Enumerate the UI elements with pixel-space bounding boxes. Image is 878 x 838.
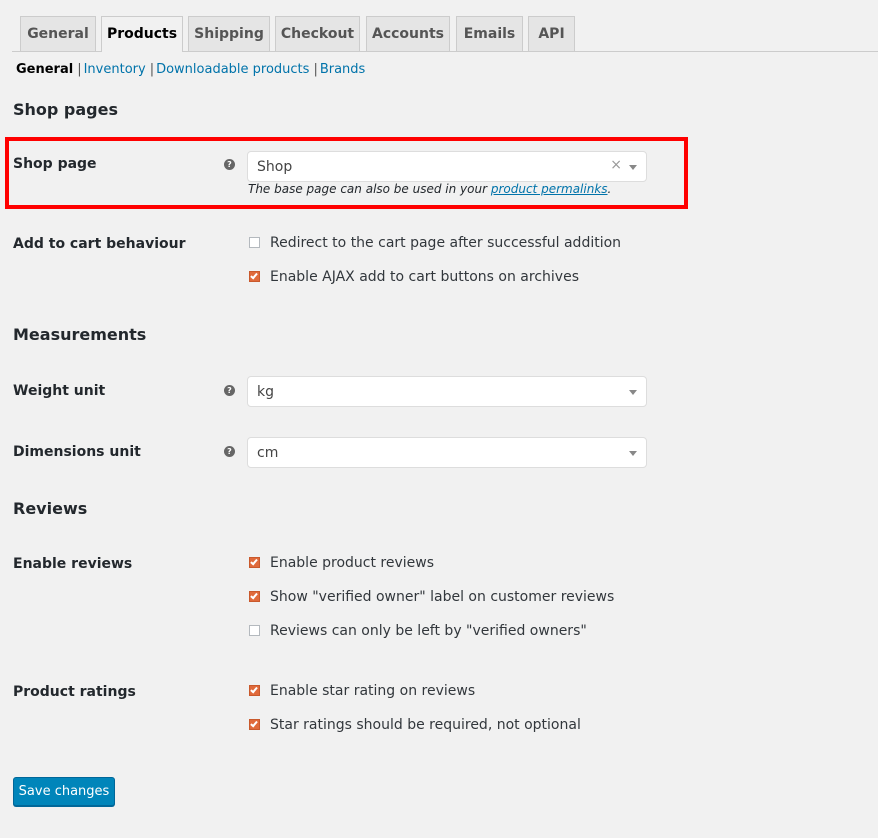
chevron-down-icon bbox=[629, 390, 637, 395]
tab-shipping[interactable]: Shipping bbox=[188, 16, 270, 51]
section-subnav: General | Inventory | Downloadable products |… bbox=[16, 62, 366, 77]
verified-owners-only-label[interactable]: Reviews can only be left by "verified ow… bbox=[270, 623, 587, 639]
shop-page-selected-value: Shop bbox=[257, 159, 293, 175]
weight-unit-selected-value: kg bbox=[257, 384, 274, 400]
shop-page-description: The base page can also be used in your p… bbox=[248, 182, 612, 196]
weight-unit-select[interactable]: kg bbox=[247, 376, 647, 407]
subnav-current-general: General bbox=[16, 62, 74, 77]
tab-products[interactable]: Products bbox=[101, 16, 183, 52]
product-ratings-label: Product ratings bbox=[13, 684, 136, 700]
enable-product-reviews-checkbox[interactable] bbox=[249, 557, 260, 568]
subnav-link-brands[interactable]: Brands bbox=[320, 62, 366, 77]
clear-selection-icon[interactable]: × bbox=[610, 157, 622, 173]
star-rating-required-checkbox[interactable] bbox=[249, 719, 260, 730]
star-rating-required-label[interactable]: Star ratings should be required, not opt… bbox=[270, 717, 581, 733]
help-icon[interactable]: ? bbox=[224, 159, 235, 170]
dimensions-unit-selected-value: cm bbox=[257, 445, 279, 461]
section-heading-shop-pages: Shop pages bbox=[13, 100, 119, 119]
subnav-link-inventory[interactable]: Inventory bbox=[84, 62, 146, 77]
ajax-add-to-cart-checkbox[interactable] bbox=[249, 271, 260, 282]
enable-star-rating-checkbox[interactable] bbox=[249, 685, 260, 696]
tab-api[interactable]: API bbox=[528, 16, 575, 51]
verified-owner-label-checkbox[interactable] bbox=[249, 591, 260, 602]
redirect-to-cart-checkbox[interactable] bbox=[249, 237, 260, 248]
redirect-to-cart-label[interactable]: Redirect to the cart page after successf… bbox=[270, 235, 621, 251]
dimensions-unit-select[interactable]: cm bbox=[247, 437, 647, 468]
section-heading-measurements: Measurements bbox=[13, 325, 147, 344]
enable-reviews-label: Enable reviews bbox=[13, 556, 133, 572]
verified-owners-only-checkbox[interactable] bbox=[249, 625, 260, 636]
settings-page: General Products Shipping Checkout Accou… bbox=[0, 0, 878, 838]
subnav-link-downloadable-products[interactable]: Downloadable products bbox=[156, 62, 309, 77]
tab-general[interactable]: General bbox=[20, 16, 96, 51]
save-changes-button[interactable]: Save changes bbox=[13, 777, 115, 806]
tab-emails[interactable]: Emails bbox=[456, 16, 523, 51]
ajax-add-to-cart-label[interactable]: Enable AJAX add to cart buttons on archi… bbox=[270, 269, 579, 285]
shop-page-label: Shop page bbox=[13, 156, 97, 172]
add-to-cart-behaviour-label: Add to cart behaviour bbox=[13, 236, 186, 252]
shop-page-select[interactable]: Shop × bbox=[247, 151, 647, 182]
verified-owner-label-label[interactable]: Show "verified owner" label on customer … bbox=[270, 589, 614, 605]
product-permalinks-link[interactable]: product permalinks bbox=[491, 182, 608, 196]
help-icon[interactable]: ? bbox=[224, 446, 235, 457]
chevron-down-icon bbox=[629, 165, 637, 170]
tab-accounts[interactable]: Accounts bbox=[366, 16, 450, 51]
chevron-down-icon bbox=[629, 451, 637, 456]
enable-product-reviews-label[interactable]: Enable product reviews bbox=[270, 555, 434, 571]
settings-tabs: General Products Shipping Checkout Accou… bbox=[0, 0, 878, 52]
enable-star-rating-label[interactable]: Enable star rating on reviews bbox=[270, 683, 475, 699]
help-icon[interactable]: ? bbox=[224, 385, 235, 396]
dimensions-unit-label: Dimensions unit bbox=[13, 444, 141, 460]
weight-unit-label: Weight unit bbox=[13, 383, 106, 399]
tab-checkout[interactable]: Checkout bbox=[275, 16, 360, 51]
section-heading-reviews: Reviews bbox=[13, 499, 88, 518]
